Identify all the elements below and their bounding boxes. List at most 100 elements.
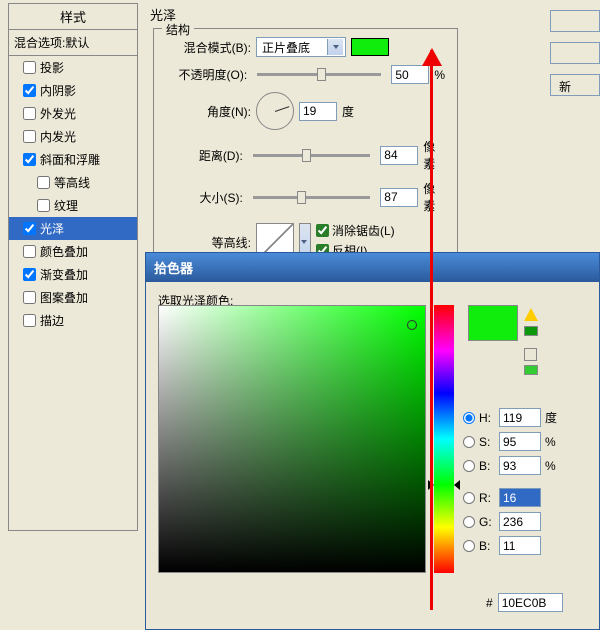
angle-input[interactable] <box>299 102 337 121</box>
style-item[interactable]: 颜色叠加 <box>9 240 137 263</box>
opacity-input[interactable] <box>391 65 429 84</box>
websafe-warning-icon[interactable] <box>524 348 537 361</box>
style-item[interactable]: 纹理 <box>9 194 137 217</box>
style-checkbox[interactable] <box>23 314 36 327</box>
style-checkbox[interactable] <box>23 107 36 120</box>
style-checkbox[interactable] <box>23 153 36 166</box>
style-item-label: 光泽 <box>40 220 64 237</box>
style-item-label: 图案叠加 <box>40 289 88 306</box>
h-input[interactable] <box>499 408 541 427</box>
style-item[interactable]: 光泽 <box>9 217 137 240</box>
effect-title: 光泽 <box>145 3 595 26</box>
picker-titlebar[interactable]: 拾色器 <box>146 253 599 282</box>
contour-label: 等高线: <box>166 234 251 251</box>
h-label: H: <box>479 411 495 425</box>
s-radio[interactable] <box>463 436 475 448</box>
r-label: R: <box>479 491 495 505</box>
structure-group: 结构 混合模式(B): 正片叠底 不透明度(O): % 角度(N): 度 距离(… <box>153 28 458 283</box>
hue-marker-left-icon <box>428 480 434 490</box>
antialias-label: 消除锯齿(L) <box>332 222 395 239</box>
blend-color-swatch[interactable] <box>351 38 389 56</box>
style-item[interactable]: 等高线 <box>9 171 137 194</box>
hue-marker-right-icon <box>454 480 460 490</box>
h-unit: 度 <box>545 409 557 426</box>
button-partial-1[interactable] <box>550 10 600 32</box>
angle-dial[interactable] <box>256 92 294 130</box>
bb-radio[interactable] <box>463 540 475 552</box>
s-input[interactable] <box>499 432 541 451</box>
size-label: 大小(S): <box>166 189 243 206</box>
opacity-unit: % <box>434 68 445 82</box>
g-radio[interactable] <box>463 516 475 528</box>
blend-mode-label: 混合模式(B): <box>166 39 251 56</box>
color-picker-dialog: 拾色器 选取光泽颜色: H:度 S:% B:% R: G: B: # <box>145 252 600 630</box>
g-input[interactable] <box>499 512 541 531</box>
h-radio[interactable] <box>463 412 475 424</box>
style-item[interactable]: 内阴影 <box>9 79 137 102</box>
websafe-swatch[interactable] <box>524 365 538 375</box>
style-checkbox[interactable] <box>23 84 36 97</box>
style-checkbox[interactable] <box>37 176 50 189</box>
color-field-cursor <box>407 320 417 330</box>
style-checkbox[interactable] <box>23 130 36 143</box>
style-item[interactable]: 描边 <box>9 309 137 332</box>
hex-input[interactable] <box>498 593 563 612</box>
style-item-label: 描边 <box>40 312 64 329</box>
styles-panel: 样式 混合选项:默认 投影内阴影外发光内发光斜面和浮雕等高线纹理光泽颜色叠加渐变… <box>8 3 138 513</box>
style-checkbox[interactable] <box>23 61 36 74</box>
b-input[interactable] <box>499 456 541 475</box>
size-slider[interactable] <box>253 196 370 199</box>
style-item-label: 颜色叠加 <box>40 243 88 260</box>
g-label: G: <box>479 515 495 529</box>
style-item-label: 内阴影 <box>40 82 76 99</box>
styles-header: 样式 <box>8 3 138 30</box>
style-item[interactable]: 斜面和浮雕 <box>9 148 137 171</box>
opacity-label: 不透明度(O): <box>166 66 247 83</box>
bb-input[interactable] <box>499 536 541 555</box>
hash-label: # <box>486 596 493 610</box>
style-checkbox[interactable] <box>23 222 36 235</box>
right-buttons: 新 <box>550 10 600 106</box>
hue-slider[interactable] <box>434 305 454 573</box>
color-field[interactable] <box>158 305 426 573</box>
gamut-warning-icon[interactable] <box>524 308 538 321</box>
style-item[interactable]: 内发光 <box>9 125 137 148</box>
s-label: S: <box>479 435 495 449</box>
new-button[interactable]: 新 <box>550 74 600 96</box>
r-radio[interactable] <box>463 492 475 504</box>
style-item[interactable]: 投影 <box>9 56 137 79</box>
style-checkbox[interactable] <box>37 199 50 212</box>
style-item[interactable]: 图案叠加 <box>9 286 137 309</box>
style-item-label: 渐变叠加 <box>40 266 88 283</box>
style-item[interactable]: 渐变叠加 <box>9 263 137 286</box>
distance-unit: 像素 <box>423 138 445 172</box>
style-item-label: 内发光 <box>40 128 76 145</box>
style-item-label: 等高线 <box>54 174 90 191</box>
style-item-label: 纹理 <box>54 197 78 214</box>
distance-slider[interactable] <box>253 154 370 157</box>
blend-mode-dropdown[interactable]: 正片叠底 <box>256 37 346 57</box>
color-model-inputs: H:度 S:% B:% R: G: B: <box>463 408 557 560</box>
blend-options-default[interactable]: 混合选项:默认 <box>8 30 138 56</box>
size-input[interactable] <box>380 188 418 207</box>
s-unit: % <box>545 435 556 449</box>
distance-input[interactable] <box>380 146 418 165</box>
angle-unit: 度 <box>342 103 354 120</box>
style-item-label: 外发光 <box>40 105 76 122</box>
new-color-swatch[interactable] <box>468 305 518 341</box>
gamut-swatch[interactable] <box>524 326 538 336</box>
style-checkbox[interactable] <box>23 291 36 304</box>
style-checkbox[interactable] <box>23 245 36 258</box>
blend-mode-value: 正片叠底 <box>262 39 310 56</box>
distance-label: 距离(D): <box>166 147 243 164</box>
button-partial-2[interactable] <box>550 42 600 64</box>
style-item[interactable]: 外发光 <box>9 102 137 125</box>
b-radio[interactable] <box>463 460 475 472</box>
antialias-checkbox[interactable] <box>316 224 329 237</box>
style-item-label: 斜面和浮雕 <box>40 151 100 168</box>
b-unit: % <box>545 459 556 473</box>
style-checkbox[interactable] <box>23 268 36 281</box>
opacity-slider[interactable] <box>257 73 381 76</box>
r-input[interactable] <box>499 488 541 507</box>
style-list: 投影内阴影外发光内发光斜面和浮雕等高线纹理光泽颜色叠加渐变叠加图案叠加描边 <box>8 56 138 531</box>
